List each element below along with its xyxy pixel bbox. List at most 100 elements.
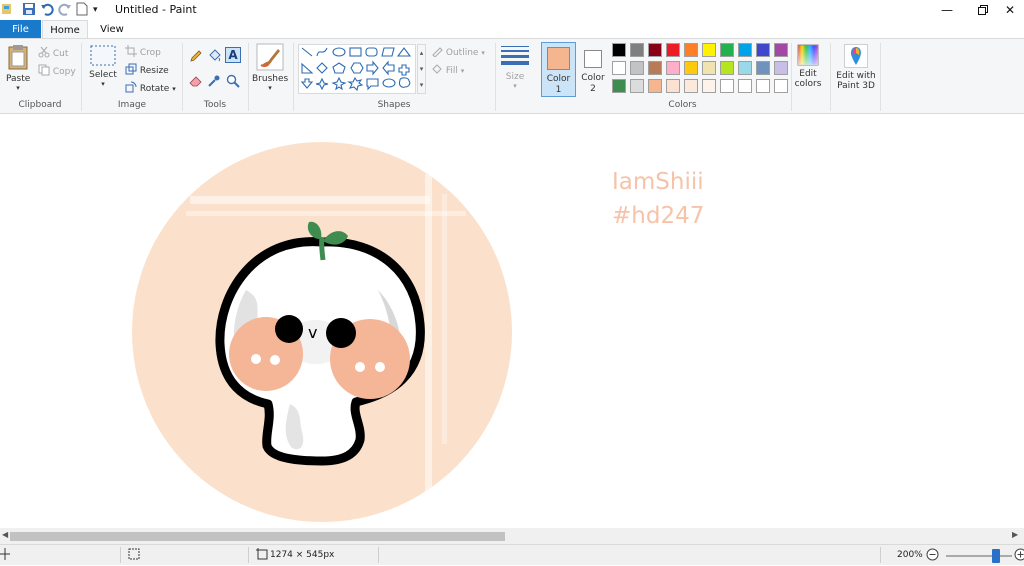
edit-colors-label-2: colors: [794, 79, 822, 89]
save-icon[interactable]: [22, 2, 36, 18]
palette-swatch[interactable]: [666, 61, 680, 75]
magnifier-icon[interactable]: [226, 74, 240, 91]
color2-swatch: [584, 50, 602, 68]
resize-label: Resize: [139, 66, 169, 76]
drawing-canvas[interactable]: v IamShiii #hd247: [0, 114, 1024, 528]
palette-swatch[interactable]: [756, 43, 770, 57]
palette-swatch[interactable]: [612, 79, 626, 93]
scroll-right-icon[interactable]: ▶: [1012, 530, 1018, 539]
customize-dropdown-icon[interactable]: ▾: [93, 2, 98, 18]
close-icon[interactable]: ✕: [996, 0, 1024, 20]
palette-swatch[interactable]: [666, 79, 680, 93]
zoom-in-icon[interactable]: [1014, 548, 1024, 566]
redo-icon[interactable]: [58, 2, 72, 18]
palette-swatch[interactable]: [702, 61, 716, 75]
palette-swatch[interactable]: [702, 43, 716, 57]
rotate-button[interactable]: Rotate ▾: [125, 81, 176, 96]
palette-swatch[interactable]: [648, 61, 662, 75]
paste-button[interactable]: Paste ▾: [6, 43, 30, 92]
size-label: Size: [505, 72, 525, 82]
copy-label: Copy: [52, 67, 76, 77]
color1-number: 1: [555, 85, 562, 95]
palette-swatch[interactable]: [720, 79, 734, 93]
palette-swatch[interactable]: [720, 61, 734, 75]
palette-swatch[interactable]: [630, 61, 644, 75]
paste-icon: [7, 43, 29, 74]
size-button[interactable]: Size ▾: [500, 45, 530, 90]
color1-swatch: [547, 47, 570, 70]
zoom-out-icon[interactable]: [926, 548, 939, 566]
palette-swatch[interactable]: [756, 79, 770, 93]
shapes-scroll[interactable]: ▴ ▾ ▾: [417, 44, 426, 94]
scroll-left-icon[interactable]: ◀: [2, 530, 8, 539]
tools-group-label: Tools: [203, 100, 227, 110]
divider: [495, 43, 496, 111]
palette-swatch[interactable]: [684, 79, 698, 93]
copy-button[interactable]: Copy: [38, 64, 76, 79]
fill-bucket-icon[interactable]: [207, 49, 221, 66]
text-icon[interactable]: A: [225, 47, 241, 63]
ribbon-tabs: File Home View: [0, 20, 1024, 39]
fill-dropdown-icon: ▾: [460, 67, 465, 75]
palette-swatch[interactable]: [702, 79, 716, 93]
rotate-dropdown-icon: ▾: [172, 85, 176, 93]
edit-with-paint3d-button[interactable]: Edit with Paint 3D: [834, 44, 878, 91]
palette-swatch[interactable]: [738, 79, 752, 93]
paint-app-icon: [2, 2, 12, 18]
tab-file[interactable]: File: [0, 20, 41, 39]
palette-swatch[interactable]: [612, 61, 626, 75]
palette-swatch[interactable]: [774, 79, 788, 93]
palette-swatch[interactable]: [630, 79, 644, 93]
light-streak: [442, 194, 447, 444]
new-document-icon[interactable]: [76, 2, 88, 18]
shapes-gallery[interactable]: [298, 44, 416, 94]
cut-label: Cut: [52, 49, 69, 59]
palette-swatch[interactable]: [738, 43, 752, 57]
color2-button[interactable]: Color 2: [578, 42, 608, 97]
palette-swatch[interactable]: [684, 43, 698, 57]
paste-label: Paste: [6, 74, 31, 84]
palette-swatch[interactable]: [774, 43, 788, 57]
eraser-icon[interactable]: [189, 74, 203, 91]
rotate-label: Rotate: [139, 84, 170, 94]
tab-view[interactable]: View: [90, 20, 134, 39]
palette-swatch[interactable]: [774, 61, 788, 75]
palette-swatch[interactable]: [666, 43, 680, 57]
ribbon: Paste ▾ Cut Copy Clipboard Select ▾ Crop…: [0, 38, 1024, 114]
palette-swatch[interactable]: [684, 61, 698, 75]
paint3d-icon: [844, 44, 868, 71]
horizontal-scrollbar[interactable]: ◀ ▶: [0, 528, 1024, 544]
zoom-slider-track[interactable]: [946, 549, 1012, 563]
sprout-stem: [319, 236, 326, 261]
title-bar: ▾ Untitled - Paint — ✕: [0, 0, 1024, 20]
scrollbar-thumb[interactable]: [10, 532, 505, 541]
watermark-tag: #hd247: [612, 203, 704, 229]
brushes-button[interactable]: Brushes ▾: [252, 43, 288, 92]
size-dropdown-icon: ▾: [513, 82, 517, 90]
palette-swatch[interactable]: [648, 79, 662, 93]
fill-button[interactable]: Fill ▾: [431, 63, 464, 78]
palette-swatch[interactable]: [630, 43, 644, 57]
undo-icon[interactable]: [40, 2, 54, 18]
resize-button[interactable]: Resize: [125, 63, 169, 78]
cut-button[interactable]: Cut: [38, 46, 68, 61]
divider: [378, 547, 379, 563]
edit-colors-button[interactable]: Edit colors: [794, 44, 822, 89]
zoom-slider-thumb[interactable]: [992, 549, 1000, 563]
fill-icon: [431, 63, 443, 78]
crop-button[interactable]: Crop: [125, 45, 161, 60]
palette-swatch[interactable]: [648, 43, 662, 57]
tab-home[interactable]: Home: [42, 20, 88, 39]
palette-swatch[interactable]: [720, 43, 734, 57]
color1-button[interactable]: Color 1: [541, 42, 576, 97]
palette-swatch[interactable]: [756, 61, 770, 75]
divider: [791, 43, 792, 111]
outline-button[interactable]: Outline ▾: [431, 45, 485, 60]
scissors-icon: [38, 46, 50, 61]
palette-swatch[interactable]: [738, 61, 752, 75]
pencil-icon[interactable]: [189, 49, 203, 66]
color-picker-icon[interactable]: [207, 74, 221, 91]
select-button[interactable]: Select ▾: [88, 45, 118, 88]
palette-swatch[interactable]: [612, 43, 626, 57]
left-eye: [275, 315, 303, 343]
